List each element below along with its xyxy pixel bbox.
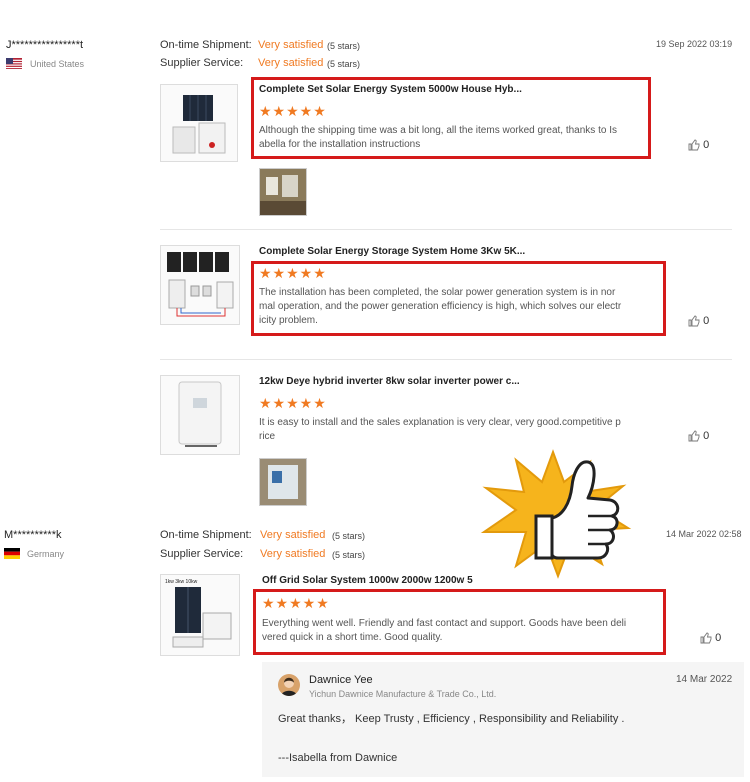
service-label: Supplier Service:	[160, 57, 244, 69]
supplier-reply: Dawnice Yee Yichun Dawnice Manufacture &…	[262, 662, 744, 777]
like-button[interactable]: 0	[700, 632, 721, 644]
service-stars: (5 stars)	[327, 59, 361, 69]
highlight-box	[251, 77, 651, 159]
product-image[interactable]	[160, 245, 240, 325]
thumbs-up-icon	[688, 139, 700, 151]
thumbs-up-icon	[688, 430, 700, 442]
product-image[interactable]	[160, 375, 240, 455]
divider	[160, 229, 732, 230]
like-count: 0	[703, 315, 710, 327]
product-image[interactable]	[160, 84, 238, 162]
us-flag-icon	[6, 58, 22, 69]
shipment-label: On-time Shipment:	[160, 39, 252, 51]
product-title[interactable]: Complete Solar Energy Storage System Hom…	[259, 246, 525, 257]
thumbs-up-sticker	[480, 449, 632, 579]
like-count: 0	[703, 430, 710, 442]
thumbs-up-icon	[700, 632, 712, 644]
installation-photo	[260, 169, 306, 215]
service-rating: Very satisfied	[258, 57, 324, 69]
review-date: 14 Mar 2022 02:58	[666, 529, 742, 539]
shipment-label: On-time Shipment:	[160, 529, 252, 541]
review-photo[interactable]	[259, 168, 307, 216]
germany-flag-icon	[4, 548, 20, 559]
reviewer-name: M**********k	[4, 529, 62, 541]
reply-company: Yichun Dawnice Manufacture & Trade Co., …	[309, 689, 497, 699]
review-photo[interactable]	[259, 458, 307, 506]
thumbs-up-icon	[688, 315, 700, 327]
avatar	[278, 674, 300, 696]
reply-text: Great thanks， Keep Trusty , Efficiency ,…	[278, 713, 625, 725]
item-stars: ★★★★★	[259, 395, 327, 411]
shipment-rating: Very satisfied	[258, 39, 324, 51]
like-button[interactable]: 0	[688, 430, 709, 442]
shipment-stars: (5 stars)	[327, 41, 361, 51]
product-image[interactable]: 1kw 3kw 10kw	[160, 574, 240, 656]
reviewer-name: J****************t	[6, 39, 84, 51]
storage-system-illustration	[167, 252, 234, 317]
solar-kit-illustration	[172, 95, 226, 154]
inverter-illustration	[178, 381, 222, 447]
service-label: Supplier Service:	[160, 548, 244, 560]
review-text: It is easy to install and the sales expl…	[259, 417, 621, 442]
off-grid-kit-illustration: 1kw 3kw 10kw	[165, 579, 232, 648]
shipment-rating: Very satisfied	[260, 529, 326, 541]
reply-name: Dawnice Yee	[309, 674, 373, 686]
like-count: 0	[703, 139, 710, 151]
like-button[interactable]: 0	[688, 315, 709, 327]
service-stars: (5 stars)	[332, 550, 366, 560]
reviewer-country: Germany	[27, 549, 65, 559]
like-count: 0	[715, 632, 722, 644]
review-date: 19 Sep 2022 03:19	[656, 39, 733, 49]
service-rating: Very satisfied	[260, 548, 326, 560]
reply-date: 14 Mar 2022	[676, 674, 733, 685]
highlight-box	[253, 589, 666, 655]
like-button[interactable]: 0	[688, 139, 709, 151]
divider	[160, 359, 732, 360]
product-title[interactable]: Off Grid Solar System 1000w 2000w 1200w …	[262, 575, 473, 586]
reply-signature: ---Isabella from Dawnice	[278, 752, 398, 764]
product-image-banner: 1kw 3kw 10kw	[165, 579, 198, 585]
reviewer-country: United States	[30, 59, 85, 69]
product-title[interactable]: 12kw Deye hybrid inverter 8kw solar inve…	[259, 376, 520, 387]
shipment-stars: (5 stars)	[332, 531, 366, 541]
highlight-box	[251, 261, 666, 336]
package-photo	[260, 459, 306, 505]
